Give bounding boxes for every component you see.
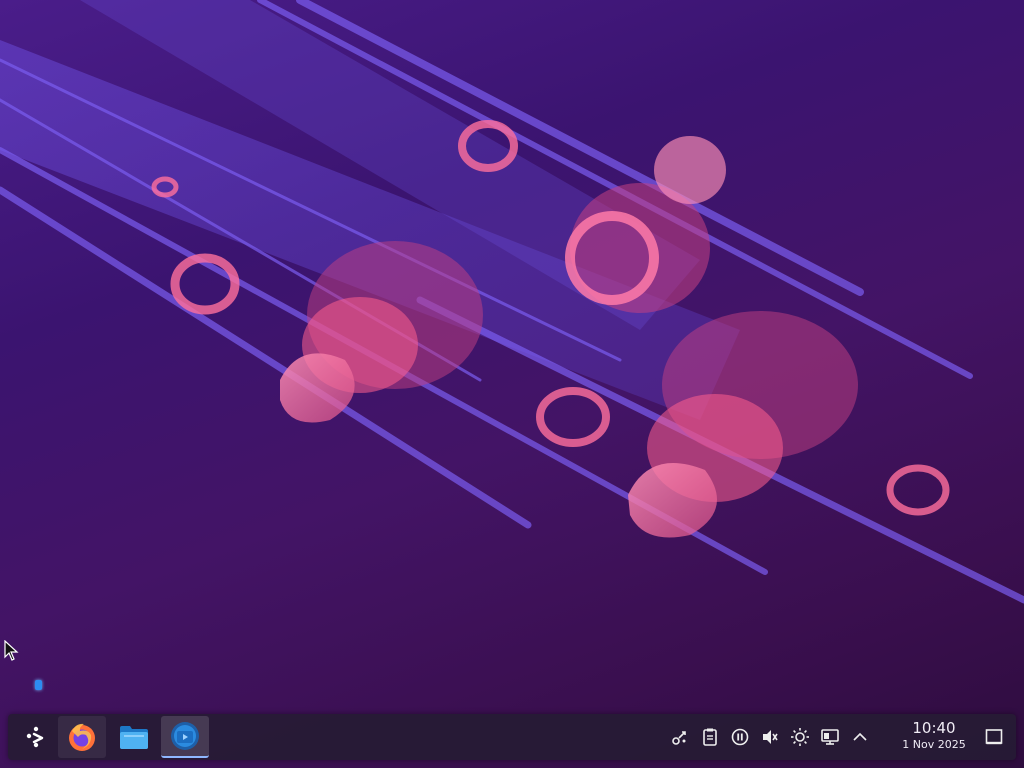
clock-date: 1 Nov 2025 — [902, 738, 966, 751]
wallpaper — [0, 0, 1024, 604]
task-discover[interactable] — [161, 716, 209, 758]
mouse-cursor-icon — [4, 640, 19, 661]
show-desktop-button[interactable] — [980, 723, 1008, 751]
display-tray-button[interactable] — [818, 725, 842, 749]
clipboard-icon — [703, 728, 717, 746]
task-firefox[interactable] — [58, 716, 106, 758]
digital-clock[interactable]: 10:40 1 Nov 2025 — [893, 718, 975, 756]
application-launcher-button[interactable] — [12, 716, 60, 758]
network-tray-button[interactable] — [668, 725, 692, 749]
wallpaper-ring — [536, 387, 610, 447]
desktop[interactable]: 10:40 1 Nov 2025 — [0, 0, 1024, 768]
tray-expand-button[interactable] — [848, 725, 872, 749]
wallpaper-ribbon — [565, 136, 726, 313]
discover-icon — [171, 722, 199, 750]
desktop-widget-icon[interactable] — [35, 680, 42, 690]
system-tray — [668, 714, 872, 760]
volume-muted-icon — [763, 730, 778, 744]
brightness-icon — [791, 728, 809, 746]
chevron-up-icon — [853, 732, 867, 741]
application-launcher-icon — [26, 726, 44, 748]
display-icon — [821, 729, 839, 745]
clipboard-tray-button[interactable] — [698, 725, 722, 749]
media-pause-icon — [731, 728, 749, 746]
show-desktop-icon — [985, 729, 1003, 745]
media-tray-button[interactable] — [728, 725, 752, 749]
firefox-icon — [69, 723, 95, 751]
taskbar-panel: 10:40 1 Nov 2025 — [8, 714, 1016, 760]
wallpaper-ring — [886, 464, 950, 516]
folder-icon — [120, 726, 148, 749]
clock-time: 10:40 — [912, 719, 956, 737]
task-files[interactable] — [110, 716, 158, 758]
volume-tray-button[interactable] — [758, 725, 782, 749]
brightness-tray-button[interactable] — [788, 725, 812, 749]
network-icon — [672, 731, 686, 745]
